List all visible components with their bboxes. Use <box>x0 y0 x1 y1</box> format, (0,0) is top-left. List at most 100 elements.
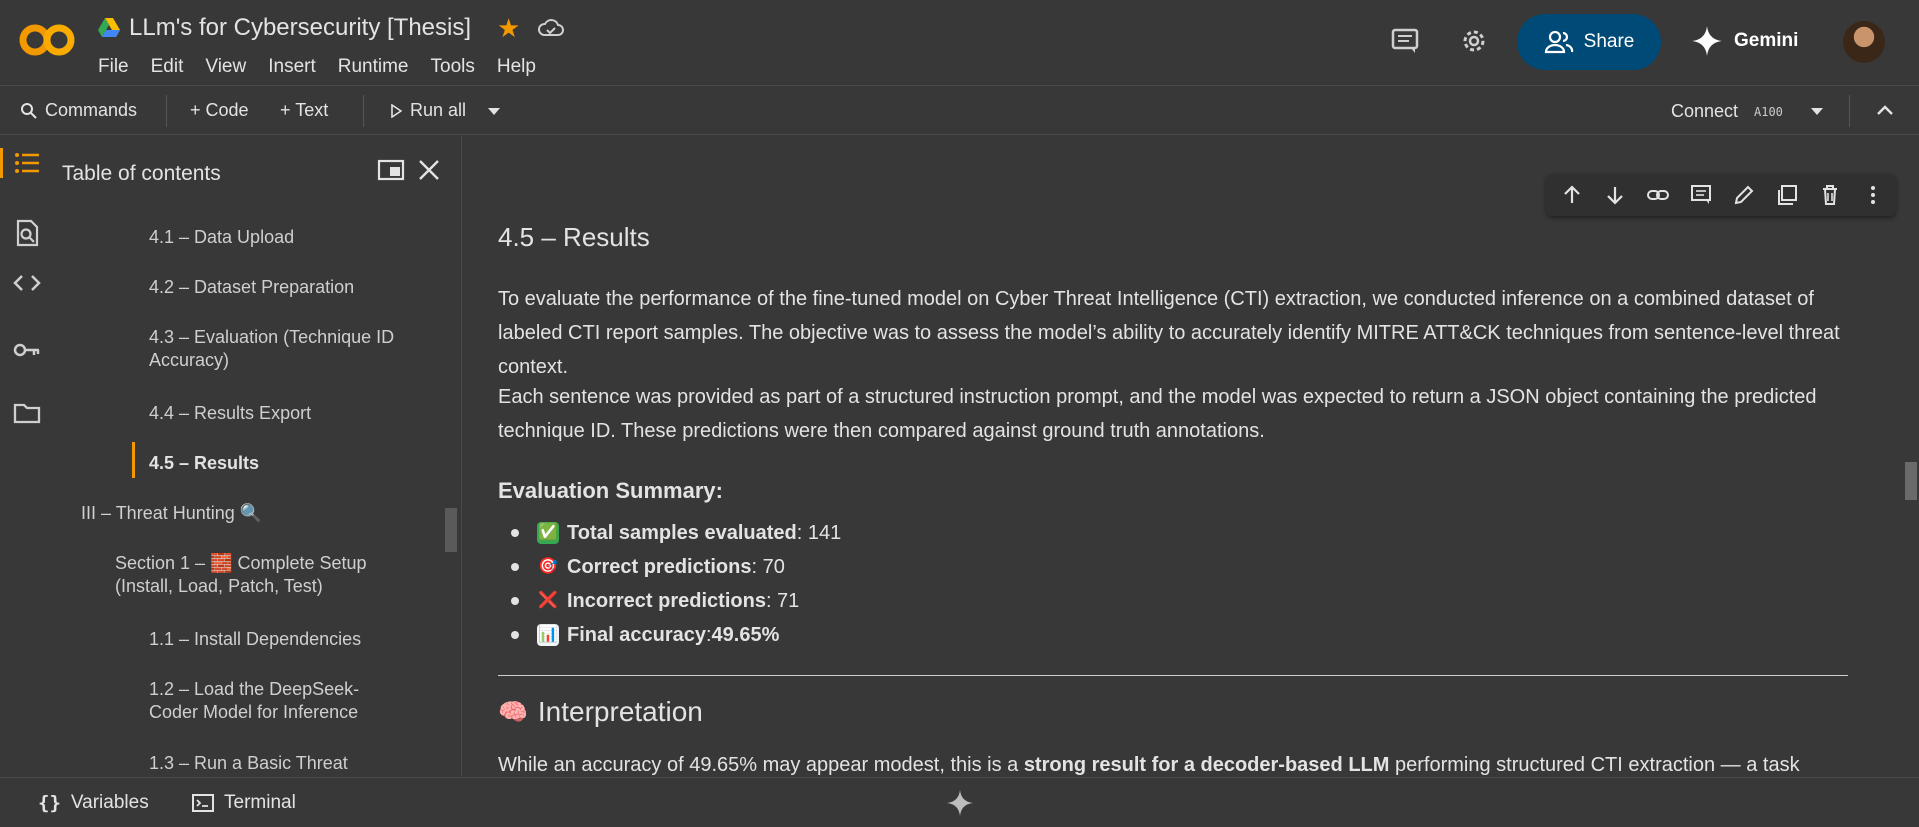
toc-item-4-1[interactable]: 4.1 – Data Upload <box>149 226 409 249</box>
share-label: Share <box>1583 31 1635 52</box>
toc-item-4-4[interactable]: 4.4 – Results Export <box>149 402 409 425</box>
summary-heading: Evaluation Summary: <box>498 478 723 503</box>
google-drive-icon[interactable] <box>98 18 120 38</box>
paragraph-1: To evaluate the performance of the fine-… <box>498 288 1840 378</box>
star-icon[interactable]: ★ <box>497 13 520 44</box>
comment-icon[interactable] <box>1389 25 1421 57</box>
close-icon[interactable] <box>415 156 443 184</box>
toc-item-section-1[interactable]: Section 1 – 🧱 Complete Setup (Install, L… <box>115 552 405 598</box>
move-down-icon[interactable] <box>1603 183 1627 207</box>
commands-button[interactable]: Commands <box>20 100 137 121</box>
cell-heading: 4.5 – Results <box>498 222 650 252</box>
toc-panel: Table of contents 4.1 – Data Upload 4.2 … <box>52 136 462 776</box>
terminal-icon <box>192 794 214 812</box>
connect-dropdown-icon[interactable] <box>1810 107 1824 116</box>
list-item: ❌ Incorrect predictions: 71 <box>511 584 841 618</box>
check-icon: ✅ <box>537 522 559 544</box>
play-icon <box>391 103 402 118</box>
avatar[interactable] <box>1843 21 1885 63</box>
runtime-type: A100 <box>1754 105 1783 119</box>
menu-help[interactable]: Help <box>497 56 536 78</box>
top-bar: LLm's for Cybersecurity [Thesis] ★ File … <box>0 0 1919 86</box>
run-all-dropdown-icon[interactable] <box>487 107 501 116</box>
add-text-button[interactable]: + Text <box>280 100 328 121</box>
mirror-cell-icon[interactable] <box>1775 183 1799 207</box>
notebook-scrollbar[interactable] <box>1905 462 1917 500</box>
menu-file[interactable]: File <box>98 56 129 78</box>
interpretation-heading: Interpretation <box>537 696 703 727</box>
bullet-dot <box>511 631 519 639</box>
list-item: 📊 Final accuracy: 49.65% <box>511 618 841 652</box>
interpretation-heading-row: 🧠 Interpretation <box>498 696 703 728</box>
toc-item-4-5[interactable]: 4.5 – Results <box>149 452 409 475</box>
gemini-sparkle-icon <box>1692 26 1722 56</box>
chevron-up-icon[interactable] <box>1876 104 1894 116</box>
commands-label: Commands <box>45 100 138 120</box>
bullet-label: Incorrect predictions <box>567 590 766 612</box>
paragraph-3-text: While an accuracy of 49.65% may appear m… <box>498 754 1024 776</box>
notebook-main: 4.5 – Results To evaluate the performanc… <box>463 136 1919 776</box>
gear-icon[interactable] <box>1458 25 1490 57</box>
bullet-dot <box>511 529 519 537</box>
summary-list: ✅ Total samples evaluated: 141 🎯 Correct… <box>511 516 841 652</box>
target-icon: 🎯 <box>538 558 558 575</box>
code-snippets-icon[interactable] <box>12 268 42 298</box>
toolbar-divider <box>166 95 167 127</box>
bullet-value: : 71 <box>765 590 800 612</box>
toc-item-1-1[interactable]: 1.1 – Install Dependencies <box>149 628 409 651</box>
toc-item-threat-hunting[interactable]: III – Threat Hunting 🔍 <box>81 502 381 525</box>
key-icon[interactable] <box>12 335 42 365</box>
connect-button[interactable]: Connect <box>1671 101 1738 122</box>
menu-bar: File Edit View Insert Runtime Tools Help <box>98 56 558 78</box>
menu-edit[interactable]: Edit <box>151 56 184 78</box>
variables-button[interactable]: {} Variables <box>38 792 149 814</box>
bullet-value: : 141 <box>796 522 842 544</box>
menu-view[interactable]: View <box>205 56 246 78</box>
toc-item-4-3[interactable]: 4.3 – Evaluation (Technique ID Accuracy) <box>149 326 419 372</box>
list-item: ✅ Total samples evaluated: 141 <box>511 516 841 550</box>
run-all-button[interactable]: Run all <box>390 100 466 121</box>
horizontal-rule <box>498 675 1848 676</box>
cross-icon: ❌ <box>538 592 558 609</box>
toc-item-1-2[interactable]: 1.2 – Load the DeepSeek-Coder Model for … <box>149 678 379 724</box>
menu-tools[interactable]: Tools <box>431 56 475 78</box>
delete-icon[interactable] <box>1818 183 1842 207</box>
terminal-button[interactable]: Terminal <box>192 792 296 814</box>
add-code-button[interactable]: + Code <box>190 100 249 121</box>
cloud-saved-icon[interactable] <box>537 16 565 40</box>
toc-item-1-3[interactable]: 1.3 – Run a Basic Threat <box>149 752 409 775</box>
share-button[interactable]: Share <box>1517 14 1661 70</box>
toc-item-4-2[interactable]: 4.2 – Dataset Preparation <box>149 276 409 299</box>
gemini-button[interactable]: Gemini <box>1692 26 1798 56</box>
gemini-sparkle-icon[interactable] <box>947 790 973 816</box>
toc-scrollbar[interactable] <box>445 508 457 552</box>
comment-icon[interactable] <box>1689 183 1713 207</box>
paragraph-3: While an accuracy of 49.65% may appear m… <box>498 748 1848 776</box>
bullet-label: Correct predictions <box>567 556 752 578</box>
bottom-bar: {} Variables Terminal <box>0 777 1919 827</box>
search-icon <box>21 103 37 119</box>
cell-toolbar <box>1546 174 1896 216</box>
toc-icon[interactable] <box>12 148 42 178</box>
menu-insert[interactable]: Insert <box>268 56 316 78</box>
move-up-icon[interactable] <box>1560 183 1584 207</box>
folder-icon[interactable] <box>12 398 42 428</box>
menu-runtime[interactable]: Runtime <box>338 56 409 78</box>
list-item: 🎯 Correct predictions: 70 <box>511 550 841 584</box>
open-in-window-icon[interactable] <box>377 156 405 184</box>
notebook-title[interactable]: LLm's for Cybersecurity [Thesis] <box>129 14 471 42</box>
toolbar-divider <box>363 95 364 127</box>
colab-logo[interactable] <box>18 22 76 58</box>
text-cell[interactable]: 4.5 – Results To evaluate the performanc… <box>477 166 1896 776</box>
gemini-label: Gemini <box>1734 30 1799 51</box>
variables-label: Variables <box>70 792 149 813</box>
bullet-label: Total samples evaluated <box>567 522 797 544</box>
notebook-toolbar: Commands + Code + Text Run all Connect A… <box>0 87 1919 135</box>
edit-pencil-icon[interactable] <box>1732 183 1756 207</box>
add-text-label: + Text <box>280 100 329 120</box>
run-all-label: Run all <box>410 100 467 120</box>
terminal-label: Terminal <box>224 792 296 813</box>
find-icon[interactable] <box>12 218 42 248</box>
more-vert-icon[interactable] <box>1861 183 1885 207</box>
link-icon[interactable] <box>1646 183 1670 207</box>
